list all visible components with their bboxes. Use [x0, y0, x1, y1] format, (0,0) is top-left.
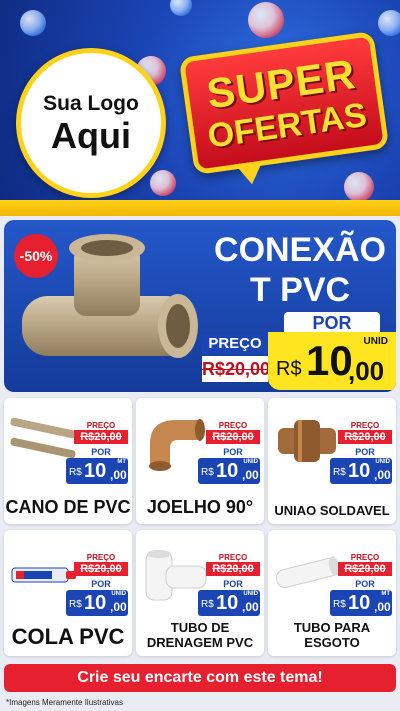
por-label: POR — [284, 312, 380, 334]
product-name-line2: DRENAGEM PVC — [146, 635, 254, 650]
old-price: R$20,00 — [74, 430, 128, 444]
featured-product[interactable]: -50% CONEXÃO T PVC PREÇO R$20,00 POR R$ … — [4, 220, 396, 392]
product-card-uniao[interactable]: PREÇO R$20,00 POR R$ 10 ,00 UNID UNIAO S… — [268, 398, 396, 524]
old-price: R$20,00 — [202, 356, 271, 382]
price-tag: R$ 10 ,00 MT — [66, 458, 128, 484]
product-card-cano[interactable]: PREÇO R$20,00 POR R$ 10 ,00 MT CANO DE P… — [4, 398, 132, 524]
price-unit: UNID — [375, 459, 390, 465]
product-card-joelho[interactable]: PREÇO R$20,00 POR R$ 10 ,00 UNID JOELHO … — [136, 398, 264, 524]
por-label: POR — [91, 579, 111, 589]
old-price: R$20,00 — [338, 430, 392, 444]
product-name-line1: TUBO PARA — [293, 620, 371, 635]
price-unit: MT — [117, 459, 126, 465]
price-currency: R$ — [201, 467, 214, 478]
price-currency: R$ — [201, 599, 214, 610]
product-name: TUBO PARA ESGOTO — [268, 620, 396, 650]
like-bubble-icon — [378, 10, 400, 36]
price-currency: R$ — [69, 467, 82, 478]
product-name-line1: TUBO DE — [170, 620, 230, 635]
heart-bubble-icon — [248, 2, 284, 38]
like-bubble-icon — [170, 0, 192, 16]
header-divider — [0, 200, 400, 216]
price-currency: R$ — [333, 599, 346, 610]
product-name: UNIAO SOLDAVEL — [274, 503, 390, 518]
featured-title-line1: CONEXÃO — [214, 231, 386, 269]
por-label: POR — [355, 579, 375, 589]
product-card-drenagem[interactable]: PREÇO R$20,00 POR R$ 10 ,00 UNID TUBO DE… — [136, 530, 264, 656]
price-integer: 10 — [84, 460, 107, 482]
por-label: POR — [355, 447, 375, 457]
like-bubble-icon — [20, 10, 46, 36]
price-unit: UNID — [111, 591, 126, 597]
discount-badge: -50% — [14, 234, 58, 278]
product-card-cola[interactable]: PREÇO R$20,00 POR R$ 10 ,00 UNID COLA PV… — [4, 530, 132, 656]
por-label: POR — [91, 447, 111, 457]
price-decimal: ,00 — [110, 468, 127, 482]
old-price: R$20,00 — [338, 562, 392, 576]
logo-text-line1: Sua Logo — [43, 92, 139, 115]
price-integer: 10 — [216, 592, 239, 614]
header-banner: Sua Logo Aqui SUPER OFERTAS — [0, 0, 400, 212]
price-currency: R$ — [276, 358, 302, 380]
price-tag: R$ 10 ,00 UNID — [66, 590, 128, 616]
price-tag: R$ 10 ,00 UNID — [198, 590, 260, 616]
price-tag: R$ 10 ,00 MT — [330, 590, 392, 616]
old-price: R$20,00 — [206, 430, 260, 444]
price-integer: 10 — [348, 592, 371, 614]
product-name: COLA PVC — [11, 624, 125, 649]
price-unit: UNID — [243, 591, 258, 597]
super-ofertas-badge: SUPER OFERTAS — [178, 30, 390, 176]
old-price-dec: ,00 — [245, 359, 271, 379]
price-decimal: ,00 — [242, 600, 259, 614]
product-name: TUBO DE DRENAGEM PVC — [136, 620, 264, 650]
heart-bubble-icon — [150, 170, 176, 196]
price-unit: UNID — [243, 459, 258, 465]
old-price: R$20,00 — [206, 562, 260, 576]
price-integer: 10 — [306, 337, 353, 384]
price-integer: 10 — [216, 460, 239, 482]
price-decimal: ,00 — [374, 468, 391, 482]
price-currency: R$ — [333, 467, 346, 478]
heart-bubble-icon — [344, 172, 374, 202]
price-tag: R$ 10 ,00 UNID — [330, 458, 392, 484]
por-label: POR — [223, 579, 243, 589]
logo-placeholder: Sua Logo Aqui — [16, 48, 166, 198]
featured-title-line2: T PVC — [249, 271, 351, 309]
price-currency: R$ — [69, 599, 82, 610]
price-decimal: ,00 — [374, 600, 391, 614]
price-unit: MT — [381, 591, 390, 597]
create-flyer-button[interactable]: Crie seu encarte com este tema! — [4, 664, 396, 692]
featured-title: CONEXÃO T PVC — [204, 230, 396, 310]
product-name: CANO DE PVC — [5, 497, 131, 517]
old-price-int: 20 — [225, 359, 246, 379]
por-label: POR — [223, 447, 243, 457]
old-price: R$20,00 — [74, 562, 128, 576]
price-tag: R$ 10 ,00 UNID — [198, 458, 260, 484]
preco-label: PREÇO — [202, 334, 268, 354]
price-decimal: ,00 — [110, 600, 127, 614]
old-price-currency: R$ — [202, 359, 226, 379]
price-decimal: ,00 — [348, 356, 385, 386]
disclaimer-text: *Imagens Meramente Ilustrativas — [6, 698, 123, 707]
price-unit: UNID — [363, 336, 388, 347]
price-integer: 10 — [348, 460, 371, 482]
price-box: R$ 10 ,00 UNID — [268, 332, 396, 390]
price-integer: 10 — [84, 592, 107, 614]
logo-text-line2: Aqui — [51, 115, 131, 156]
product-card-esgoto[interactable]: PREÇO R$20,00 POR R$ 10 ,00 MT TUBO PARA… — [268, 530, 396, 656]
price-decimal: ,00 — [242, 468, 259, 482]
product-name-line2: ESGOTO — [304, 635, 360, 650]
product-name: JOELHO 90° — [146, 497, 254, 517]
